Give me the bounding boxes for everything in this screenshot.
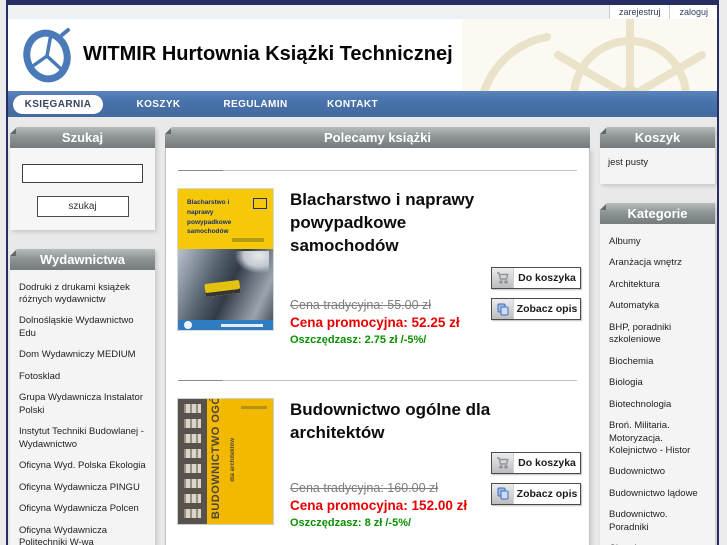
publishers-box-title: Wydawnictwa xyxy=(10,249,155,270)
publisher-link[interactable]: Grupa Wydawnicza Instalator Polski xyxy=(19,388,146,422)
cover-title-line: Blacharstwo i naprawy xyxy=(187,199,230,216)
price-savings: Oszczędzasz: 8 zł /-5%/ xyxy=(290,516,412,529)
category-link[interactable]: Biochemia xyxy=(609,351,706,373)
search-box-title: Szukaj xyxy=(10,127,155,148)
product-info: Blacharstwo i naprawy powypadkowe samoch… xyxy=(273,189,491,346)
search-input[interactable] xyxy=(22,164,143,183)
price-traditional: Cena tradycyjna: 160.00 zł xyxy=(290,480,439,495)
categories-list: Albumy Aranżacja wnętrz Architektura Automa… xyxy=(600,224,715,545)
account-links: zarejestruj zaloguj xyxy=(608,5,717,19)
product-info: Budownictwo ogólne dla architektów Cena … xyxy=(273,399,491,529)
publisher-link[interactable]: Dodruki z drukami książek różnych wydawn… xyxy=(19,277,146,311)
publishers-list: Dodruki z drukami książek różnych wydawn… xyxy=(10,270,155,545)
publishers-box: Wydawnictwa Dodruki z drukami książek ró… xyxy=(10,249,155,545)
category-link[interactable]: Budownictwo. Poradniki xyxy=(609,505,706,539)
search-form: szukaj xyxy=(10,148,155,230)
add-to-cart-button[interactable]: Do koszyka xyxy=(491,267,581,289)
price-savings: Oszczędzasz: 2.75 zł /-5%/ xyxy=(290,333,427,346)
main-nav: KSIĘGARNIA KOSZYK REGULAMIN KONTAKT xyxy=(8,91,717,117)
nav-tab-kontakt[interactable]: KONTAKT xyxy=(304,99,401,110)
book-cover-top: Blacharstwo i naprawy powypadkowe samoch… xyxy=(178,189,273,249)
product-item: BUDOWNICTWO OGÓLNE dla architektów Budow… xyxy=(166,381,589,541)
nav-tab-koszyk[interactable]: KOSZYK xyxy=(110,99,207,110)
category-link[interactable]: Chemia xyxy=(609,539,706,545)
category-link[interactable]: Budownictwo xyxy=(609,462,706,484)
main-column: Polecamy książki Blacharstwo i naprawy p… xyxy=(165,127,590,545)
cover-author xyxy=(241,405,267,409)
cover-picto-strip xyxy=(178,398,207,524)
cover-photo xyxy=(178,249,273,320)
categories-box: Kategorie Albumy Aranżacja wnętrz Architek… xyxy=(600,203,715,545)
cover-main: BUDOWNICTWO OGÓLNE dla architektów xyxy=(207,398,273,524)
right-sidebar: Koszyk jest pusty Kategorie Albumy Aranża… xyxy=(600,127,715,545)
witmir-logo-icon[interactable] xyxy=(21,26,75,89)
cart-icon xyxy=(492,268,514,288)
category-link[interactable]: Biotechnologia xyxy=(609,394,706,416)
publisher-link[interactable]: Dom Wydawniczy MEDIUM xyxy=(19,345,146,367)
publisher-link[interactable]: Dolnośląskie Wydawnictwo Edu xyxy=(19,311,146,345)
category-link[interactable]: Broń. Militaria. Motoryzacja. Kolejnictw… xyxy=(609,416,706,462)
category-link[interactable]: Architektura xyxy=(609,274,706,296)
view-description-button[interactable]: Zobacz opis xyxy=(491,298,581,320)
category-link[interactable]: Biologia xyxy=(609,373,706,395)
categories-box-title: Kategorie xyxy=(600,203,715,224)
nav-tab-ksiegarnia[interactable]: KSIĘGARNIA xyxy=(13,94,103,114)
product-actions: Do koszyka Zobacz opis xyxy=(491,189,581,346)
login-link[interactable]: zaloguj xyxy=(669,5,717,19)
product-prices: Cena tradycyjna: 160.00 zł Cena promocyj… xyxy=(290,481,491,529)
product-prices: Cena tradycyjna: 55.00 zł Cena promocyjn… xyxy=(290,298,491,346)
price-promo: Cena promocyjna: 52.25 zł xyxy=(290,314,460,330)
recommended-panel: Blacharstwo i naprawy powypadkowe samoch… xyxy=(165,148,590,545)
cart-icon xyxy=(492,452,514,473)
category-link[interactable]: Aranżacja wnętrz xyxy=(609,253,706,275)
add-to-cart-button[interactable]: Do koszyka xyxy=(491,451,581,474)
content-area: Szukaj szukaj Wydawnictwa Dodruki z druk… xyxy=(8,117,717,545)
publisher-link[interactable]: Fotosklad xyxy=(19,366,146,388)
search-button[interactable]: szukaj xyxy=(36,196,129,217)
cart-box-title: Koszyk xyxy=(600,127,715,148)
cover-title-line: powypadkowe samochodów xyxy=(187,218,232,236)
publisher-link[interactable]: Oficyna Wyd. Polska Ekologia xyxy=(19,456,146,478)
publisher-link[interactable]: Oficyna Wydawnicza PINGU xyxy=(19,477,146,499)
cart-status: jest pusty xyxy=(600,148,715,184)
cart-box: Koszyk jest pusty xyxy=(600,127,715,184)
category-link[interactable]: Budownictwo lądowe xyxy=(609,483,706,505)
book-cover[interactable]: Blacharstwo i naprawy powypadkowe samoch… xyxy=(178,189,273,330)
book-cover[interactable]: BUDOWNICTWO OGÓLNE dla architektów xyxy=(178,398,273,524)
category-link[interactable]: Automatyka xyxy=(609,296,706,318)
publisher-link[interactable]: Oficyna Wydawnicza Politechniki W-wa xyxy=(19,520,146,545)
cover-author xyxy=(232,238,264,242)
register-link[interactable]: zarejestruj xyxy=(608,5,670,19)
category-link[interactable]: Albumy xyxy=(609,231,706,253)
cover-title: BUDOWNICTWO OGÓLNE xyxy=(210,398,222,519)
left-sidebar: Szukaj szukaj Wydawnictwa Dodruki z druk… xyxy=(10,127,155,545)
product-actions: Do koszyka Zobacz opis xyxy=(491,399,581,529)
price-promo: Cena promocyjna: 152.00 zł xyxy=(290,497,468,513)
price-traditional: Cena tradycyjna: 55.00 zł xyxy=(290,297,432,312)
document-copy-icon xyxy=(492,299,514,319)
view-description-button[interactable]: Zobacz opis xyxy=(491,482,581,505)
topbar: zarejestruj zaloguj xyxy=(8,5,717,19)
page-title: WITMIR Hurtownia Książki Technicznej xyxy=(83,43,453,65)
product-title[interactable]: Blacharstwo i naprawy powypadkowe samoch… xyxy=(290,189,491,258)
page-frame: zarejestruj zaloguj WITMIR Hurtownia Ksi… xyxy=(6,0,719,545)
product-item: Blacharstwo i naprawy powypadkowe samoch… xyxy=(166,171,589,358)
category-link[interactable]: BHP, poradniki szkoleniowe xyxy=(609,317,706,351)
cover-publisher-stripe xyxy=(178,320,273,330)
publisher-link[interactable]: Oficyna Wydawnicza Polcen xyxy=(19,499,146,521)
recommended-title: Polecamy książki xyxy=(165,127,590,148)
document-copy-icon xyxy=(492,483,514,504)
site-header: WITMIR Hurtownia Książki Technicznej xyxy=(8,19,717,91)
publisher-link[interactable]: Instytut Techniki Budowlanej - Wydawnict… xyxy=(19,422,146,456)
search-box: Szukaj szukaj xyxy=(10,127,155,230)
product-title[interactable]: Budownictwo ogólne dla architektów xyxy=(290,399,491,445)
cover-subtitle: dla architektów xyxy=(230,438,236,482)
cover-badge xyxy=(253,198,267,209)
nav-tab-regulamin[interactable]: REGULAMIN xyxy=(207,99,304,110)
ship-wheel-watermark-icon xyxy=(462,19,717,91)
